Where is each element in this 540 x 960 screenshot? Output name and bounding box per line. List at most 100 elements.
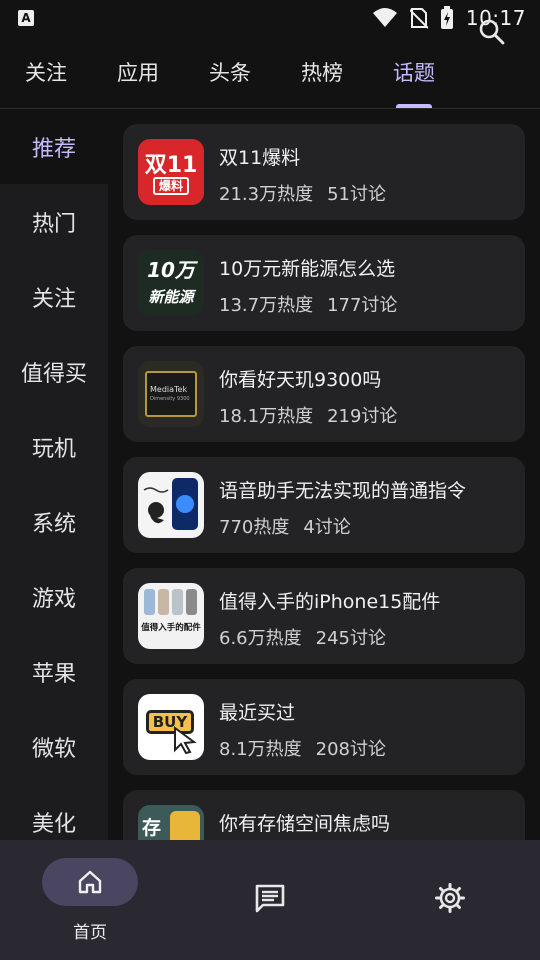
topic-thumbnail (138, 472, 204, 538)
sidebar-item-label: 系统 (31, 511, 76, 537)
topic-title: 值得入手的iPhone15配件 (219, 591, 441, 613)
heat-count: 6.6万热度 (219, 628, 302, 649)
tab-label: 应用 (117, 61, 159, 85)
nav-icon-wrap (434, 882, 466, 914)
tab-hot-list[interactable]: 热榜 (276, 44, 368, 108)
search-icon (479, 19, 505, 45)
tab-label: 头条 (209, 61, 251, 85)
sidebar-item-deals[interactable]: 值得买 (0, 334, 108, 409)
nav-messages[interactable] (180, 840, 360, 960)
phone-graphic (186, 589, 197, 615)
topic-thumbnail: 双11 爆料 (138, 139, 204, 205)
search-button[interactable] (474, 14, 510, 50)
topic-thumbnail: BUY (138, 694, 204, 760)
topic-thumbnail: 10万 新能源 (138, 250, 204, 316)
battery-charging-icon (440, 6, 453, 29)
topic-meta: 770热度 4讨论 (219, 513, 351, 539)
voice-assistant-graphic (143, 478, 198, 530)
sidebar-item-apple[interactable]: 苹果 (0, 634, 108, 709)
sidebar-item-label: 关注 (31, 286, 76, 312)
heat-count: 21.3万热度 (219, 184, 314, 205)
tab-label: 关注 (25, 61, 67, 85)
status-bar: A 10:17 (0, 0, 540, 36)
cursor-icon (174, 726, 197, 754)
phone-graphic (144, 589, 155, 615)
sidebar-item-label: 推荐 (31, 136, 76, 162)
thumbnail-text: MediaTek (150, 385, 188, 394)
topic-meta: 8.1万热度 208讨论 (219, 735, 386, 761)
thumbnail-text: 值得入手的配件 (141, 623, 201, 633)
phone-graphic (158, 589, 169, 615)
active-nav-pill (42, 858, 138, 906)
tab-label: 话题 (393, 61, 435, 85)
category-sidebar: 推荐 热门 关注 值得买 玩机 系统 游戏 苹果 微软 美化 (0, 109, 108, 840)
thumbnail-text: 存 (142, 817, 162, 839)
discussion-count: 51讨论 (327, 184, 386, 205)
discussion-count: 208讨论 (315, 739, 386, 760)
thumbnail-text: 10万 (147, 258, 195, 282)
sidebar-item-label: 美化 (31, 811, 76, 837)
sidebar-item-label: 玩机 (31, 436, 76, 462)
chip-graphic (145, 371, 197, 417)
heat-count: 770热度 (219, 517, 290, 538)
heat-count: 8.1万热度 (219, 739, 302, 760)
thumbnail-subtext: 爆料 (153, 177, 189, 195)
topic-meta: 18.1万热度 219讨论 (219, 402, 397, 428)
tab-apps[interactable]: 应用 (92, 44, 184, 108)
topic-card[interactable]: 双11 爆料 双11爆料 21.3万热度 51讨论 (123, 124, 525, 220)
app-notification-icon: A (18, 10, 34, 26)
sidebar-item-recommended[interactable]: 推荐 (0, 109, 108, 184)
home-icon (78, 870, 102, 894)
topic-meta: 21.3万热度 51讨论 (219, 180, 386, 206)
tab-follow[interactable]: 关注 (0, 44, 92, 108)
topic-title: 双11爆料 (219, 147, 301, 169)
topic-thumbnail: 存 (138, 805, 204, 840)
topic-meta: 13.7万热度 177讨论 (219, 291, 397, 317)
discussion-count: 177讨论 (327, 295, 398, 316)
sidebar-item-gadgets[interactable]: 玩机 (0, 409, 108, 484)
bottom-navigation: 首页 (0, 840, 540, 960)
sidebar-item-popular[interactable]: 热门 (0, 184, 108, 259)
sidebar-item-label: 值得买 (20, 361, 87, 387)
heat-count: 18.1万热度 (219, 406, 314, 427)
thumbnail-text: 双11 (144, 153, 198, 178)
tab-label: 热榜 (301, 61, 343, 85)
sidebar-item-label: 微软 (31, 736, 76, 762)
sidebar-item-following[interactable]: 关注 (0, 259, 108, 334)
thumbnail-subtext: Dimensity 9300 (150, 396, 190, 402)
topic-thumbnail: 值得入手的配件 (138, 583, 204, 649)
wifi-icon (372, 8, 397, 27)
topic-title: 最近买过 (219, 702, 296, 724)
coin-stack-graphic (170, 811, 200, 840)
topic-card[interactable]: 存 你有存储空间焦虑吗 (123, 790, 525, 840)
sidebar-item-label: 热门 (31, 211, 76, 237)
tab-topics[interactable]: 话题 (368, 44, 460, 108)
nav-settings[interactable] (360, 840, 540, 960)
thumbnail-subtext: 新能源 (148, 288, 194, 306)
topic-card[interactable]: 值得入手的配件 值得入手的iPhone15配件 6.6万热度 245讨论 (123, 568, 525, 664)
discussion-count: 219讨论 (327, 406, 398, 427)
phone-graphic (172, 589, 183, 615)
topic-meta: 6.6万热度 245讨论 (219, 624, 386, 650)
topic-title: 你看好天玑9300吗 (219, 369, 382, 391)
sidebar-item-microsoft[interactable]: 微软 (0, 709, 108, 784)
message-icon (255, 884, 285, 913)
discussion-count: 245讨论 (315, 628, 386, 649)
sidebar-item-system[interactable]: 系统 (0, 484, 108, 559)
tab-headlines[interactable]: 头条 (184, 44, 276, 108)
settings-icon (435, 883, 465, 913)
sidebar-item-games[interactable]: 游戏 (0, 559, 108, 634)
topic-card[interactable]: 语音助手无法实现的普通指令 770热度 4讨论 (123, 457, 525, 553)
top-tab-bar: 关注 应用 头条 热榜 话题 (0, 44, 540, 108)
topic-card[interactable]: BUY 最近买过 8.1万热度 208讨论 (123, 679, 525, 775)
heat-count: 13.7万热度 (219, 295, 314, 316)
topic-title: 10万元新能源怎么选 (219, 258, 396, 280)
topic-list: 双11 爆料 双11爆料 21.3万热度 51讨论 10万 新能源 10万元新能源… (108, 109, 540, 840)
discussion-count: 4讨论 (303, 517, 351, 538)
nav-home[interactable]: 首页 (0, 840, 180, 960)
sidebar-item-label: 游戏 (31, 586, 76, 612)
sidebar-item-themes[interactable]: 美化 (0, 784, 108, 840)
nav-icon-wrap (254, 882, 286, 914)
topic-card[interactable]: 10万 新能源 10万元新能源怎么选 13.7万热度 177讨论 (123, 235, 525, 331)
topic-card[interactable]: MediaTek Dimensity 9300 你看好天玑9300吗 18.1万… (123, 346, 525, 442)
